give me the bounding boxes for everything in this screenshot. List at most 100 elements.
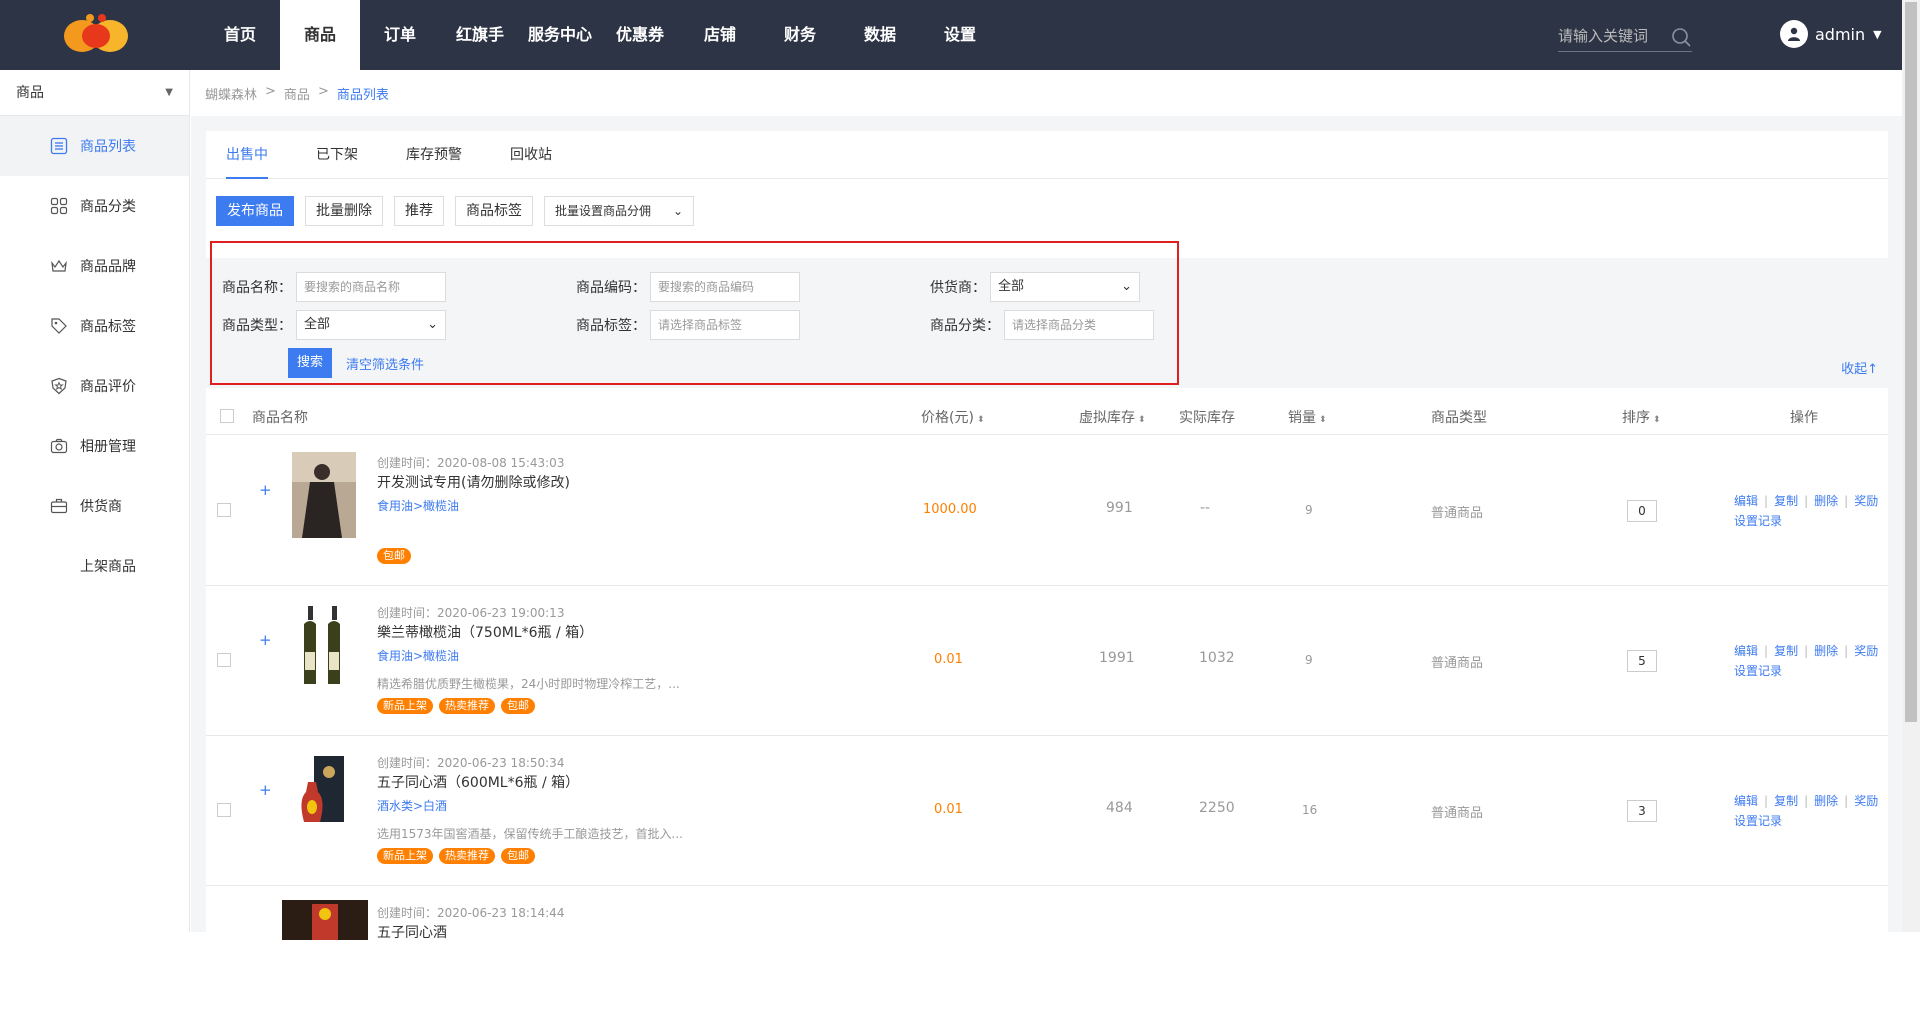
search-icon[interactable]: [1670, 26, 1692, 48]
scrollbar-thumb[interactable]: [1905, 2, 1917, 722]
page-scrollbar[interactable]: [1902, 0, 1920, 932]
col-price[interactable]: 价格(元) ⬍: [921, 407, 984, 427]
expand-icon[interactable]: +: [259, 481, 272, 499]
sidebar-item-listed-goods[interactable]: 上架商品: [0, 536, 189, 596]
sidebar-item-brands[interactable]: 商品品牌: [0, 236, 189, 296]
col-price-label: 价格(元): [921, 410, 974, 426]
delete-link[interactable]: 删除: [1814, 494, 1838, 508]
batch-delete-button[interactable]: 批量删除: [305, 196, 383, 226]
table-row: 创建时间：2020-06-23 18:14:44 五子同心酒: [206, 886, 1888, 1036]
product-thumbnail[interactable]: [292, 752, 356, 838]
recommend-button[interactable]: 推荐: [394, 196, 444, 226]
caret-down-icon: ▼: [165, 87, 173, 98]
product-thumbnail[interactable]: [292, 602, 356, 688]
tab-stock-warning[interactable]: 库存预警: [406, 131, 462, 179]
separator: |: [1804, 644, 1809, 658]
copy-link[interactable]: 复制: [1774, 494, 1798, 508]
tab-off-shelf[interactable]: 已下架: [316, 131, 358, 179]
publish-goods-button[interactable]: 发布商品: [216, 196, 294, 226]
sidebar-item-albums[interactable]: 相册管理: [0, 416, 189, 476]
grid-icon: [50, 197, 68, 215]
sort-input[interactable]: 0: [1627, 500, 1657, 522]
table-row: + 创建时间：2020-06-23 18:50:34 五子同心酒（600ML*6…: [206, 736, 1888, 886]
sales: 9: [1305, 653, 1313, 667]
col-sort[interactable]: 排序 ⬍: [1622, 407, 1661, 427]
select-all-checkbox[interactable]: [220, 409, 234, 423]
col-virtual-stock[interactable]: 虚拟库存 ⬍: [1079, 407, 1146, 427]
row-actions: 编辑 | 复制 | 删除 | 奖励设置记录: [1734, 641, 1879, 681]
nav-coupons[interactable]: 优惠券: [600, 0, 680, 70]
product-category[interactable]: 酒水类>白酒: [377, 797, 447, 814]
product-thumbnail[interactable]: [282, 900, 368, 940]
row-checkbox[interactable]: [217, 653, 231, 667]
badge: 包邮: [501, 698, 535, 714]
product-description: 选用1573年国窖酒基，保留传统手工酿造技艺，首批入...: [377, 827, 683, 841]
global-search-input[interactable]: [1558, 22, 1668, 50]
separator: |: [1844, 494, 1849, 508]
tab-recycle-bin[interactable]: 回收站: [510, 131, 552, 179]
col-type: 商品类型: [1431, 410, 1487, 426]
nav-home[interactable]: 首页: [200, 0, 280, 70]
product-name[interactable]: 开发测试专用(请勿删除或修改): [377, 472, 570, 492]
goods-tags-button[interactable]: 商品标签: [455, 196, 533, 226]
badge-list: 新品上架 热卖推荐 包邮: [377, 848, 535, 864]
separator: |: [1804, 494, 1809, 508]
col-ops: 操作: [1790, 410, 1818, 426]
breadcrumb-root[interactable]: 蝴蝶森林: [205, 84, 257, 103]
col-sales[interactable]: 销量 ⬍: [1288, 407, 1327, 427]
copy-link[interactable]: 复制: [1774, 644, 1798, 658]
sidebar-item-tags[interactable]: 商品标签: [0, 296, 189, 356]
badge: 包邮: [377, 548, 411, 564]
sidebar-item-categories[interactable]: 商品分类: [0, 176, 189, 236]
row-checkbox[interactable]: [217, 803, 231, 817]
separator: |: [1764, 794, 1769, 808]
nav-finance[interactable]: 财务: [760, 0, 840, 70]
copy-link[interactable]: 复制: [1774, 794, 1798, 808]
nav-hongqishou[interactable]: 红旗手: [440, 0, 520, 70]
sort-input[interactable]: 5: [1627, 650, 1657, 672]
sidebar-item-goods-list[interactable]: 商品列表: [0, 116, 189, 176]
nav-goods[interactable]: 商品: [280, 0, 360, 70]
sidebar-item-reviews[interactable]: 商品评价: [0, 356, 189, 416]
avatar: [1780, 20, 1808, 48]
brand-logo[interactable]: [60, 12, 132, 58]
main-nav: 首页 商品 订单 红旗手 服务中心 优惠券 店铺 财务 数据 设置: [200, 0, 1000, 70]
table-row: + 创建时间：2020-06-23 19:00:13 樂兰蒂橄榄油（750ML*…: [206, 586, 1888, 736]
col-name: 商品名称: [252, 410, 308, 426]
separator: |: [1764, 494, 1769, 508]
collapse-link[interactable]: 收起↑: [1841, 358, 1878, 377]
expand-icon[interactable]: +: [259, 631, 272, 649]
delete-link[interactable]: 删除: [1814, 644, 1838, 658]
sidebar-item-suppliers[interactable]: 供货商: [0, 476, 189, 536]
badge-list: 包邮: [377, 548, 411, 564]
nav-shop[interactable]: 店铺: [680, 0, 760, 70]
sort-input[interactable]: 3: [1627, 800, 1657, 822]
col-sort-label: 排序: [1622, 410, 1650, 426]
nav-orders[interactable]: 订单: [360, 0, 440, 70]
batch-commission-select[interactable]: 批量设置商品分佣 ⌄: [544, 196, 694, 226]
product-name[interactable]: 樂兰蒂橄榄油（750ML*6瓶 / 箱）: [377, 622, 593, 642]
goods-type: 普通商品: [1431, 806, 1484, 821]
product-name[interactable]: 五子同心酒（600ML*6瓶 / 箱）: [377, 772, 579, 792]
product-category[interactable]: 食用油>橄榄油: [377, 497, 459, 514]
user-menu[interactable]: admin ▼: [1780, 20, 1882, 48]
delete-link[interactable]: 删除: [1814, 794, 1838, 808]
breadcrumb-parent[interactable]: 商品: [284, 84, 310, 103]
edit-link[interactable]: 编辑: [1734, 644, 1758, 658]
nav-service-center[interactable]: 服务中心: [520, 0, 600, 70]
nav-settings[interactable]: 设置: [920, 0, 1000, 70]
edit-link[interactable]: 编辑: [1734, 794, 1758, 808]
badge: 热卖推荐: [439, 698, 495, 714]
goods-type: 普通商品: [1431, 506, 1484, 521]
nav-data[interactable]: 数据: [840, 0, 920, 70]
tab-on-sale[interactable]: 出售中: [226, 131, 268, 179]
expand-icon[interactable]: +: [259, 781, 272, 799]
status-tabs: 出售中 已下架 库存预警 回收站: [206, 131, 1888, 179]
sidebar-header[interactable]: 商品 ▼: [0, 70, 189, 116]
row-checkbox[interactable]: [217, 503, 231, 517]
top-navbar: 首页 商品 订单 红旗手 服务中心 优惠券 店铺 财务 数据 设置 admin …: [0, 0, 1920, 70]
product-category[interactable]: 食用油>橄榄油: [377, 647, 459, 664]
product-name[interactable]: 五子同心酒: [377, 922, 447, 942]
edit-link[interactable]: 编辑: [1734, 494, 1758, 508]
product-thumbnail[interactable]: [292, 452, 356, 538]
